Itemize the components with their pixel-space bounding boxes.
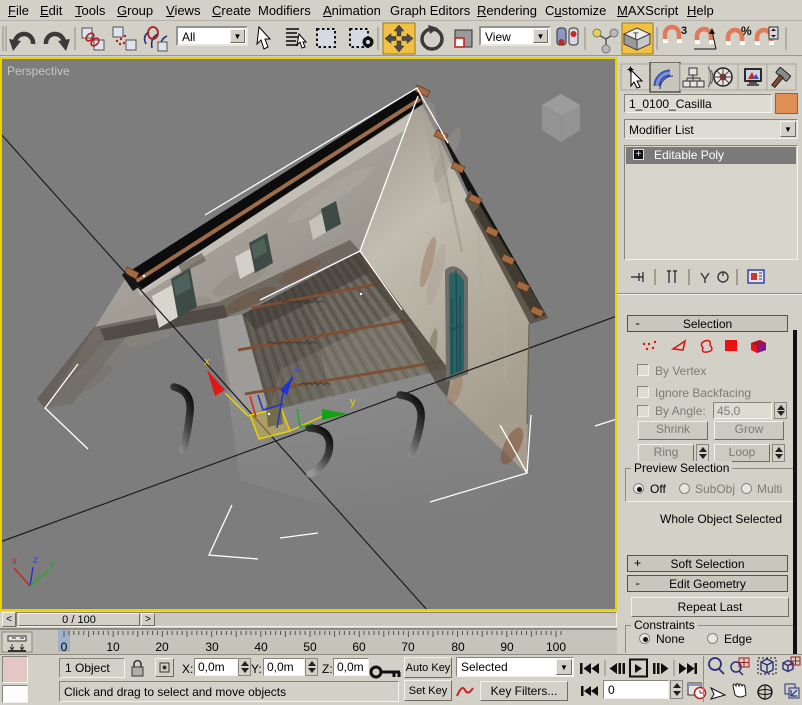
- svg-text:x: x: [12, 556, 17, 567]
- svg-text:80: 80: [451, 640, 465, 654]
- svg-text:100: 100: [546, 640, 566, 654]
- svg-text:z: z: [294, 362, 300, 374]
- svg-text:y: y: [350, 396, 356, 408]
- svg-text:Perspective: Perspective: [7, 64, 70, 78]
- svg-text:y: y: [50, 559, 55, 570]
- svg-text:50: 50: [303, 640, 317, 654]
- svg-text:10: 10: [106, 640, 120, 654]
- svg-text:20: 20: [155, 640, 169, 654]
- svg-text:60: 60: [352, 640, 366, 654]
- svg-text:%: %: [741, 24, 752, 38]
- svg-text:T: T: [633, 31, 639, 41]
- svg-text:90: 90: [500, 640, 514, 654]
- svg-text:30: 30: [205, 640, 219, 654]
- svg-text:40: 40: [254, 640, 268, 654]
- svg-text:0: 0: [61, 640, 68, 654]
- svg-text:x: x: [204, 356, 210, 368]
- svg-text:z: z: [33, 555, 38, 566]
- svg-text:3: 3: [681, 25, 687, 37]
- svg-text:70: 70: [401, 640, 415, 654]
